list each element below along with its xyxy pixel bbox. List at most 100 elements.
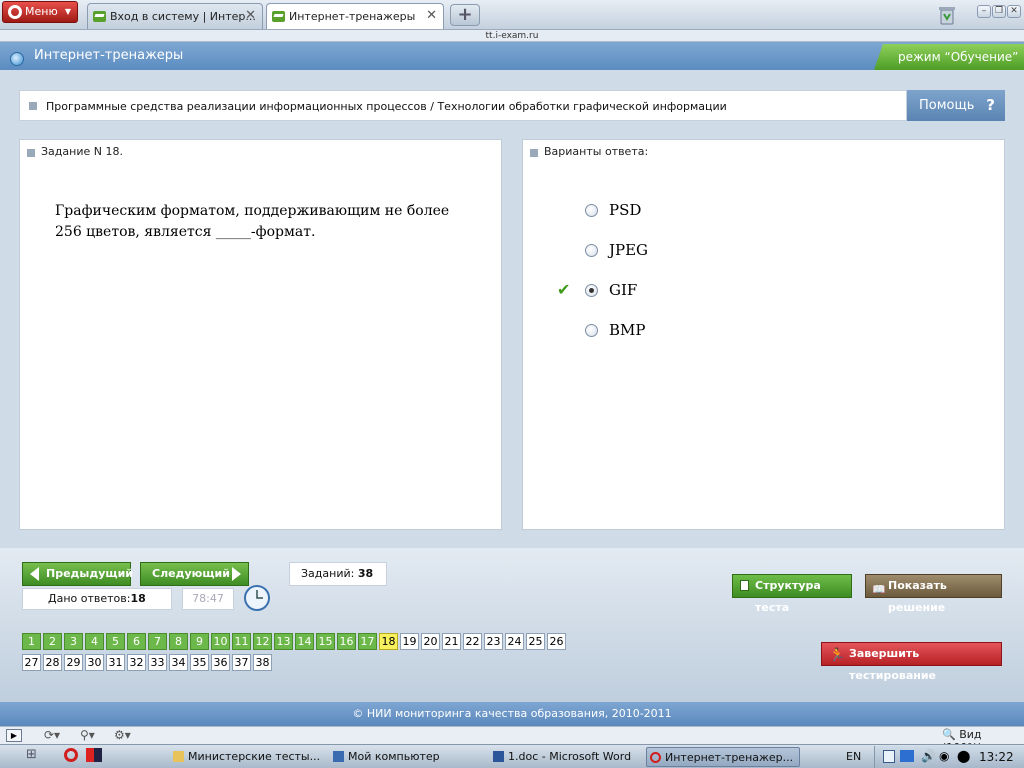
answer-option[interactable]: JPEG bbox=[585, 241, 785, 265]
option-label: PSD bbox=[609, 201, 642, 219]
task-number-13[interactable]: 13 bbox=[274, 633, 293, 650]
answers-panel: Варианты ответа: ✔ PSD JPEG GIF BMP bbox=[522, 139, 1005, 530]
task-number-18[interactable]: 18 bbox=[379, 633, 398, 650]
opera-menu-button[interactable]: Меню ▼ bbox=[2, 1, 78, 23]
task-number-29[interactable]: 29 bbox=[64, 654, 83, 671]
task-number-5[interactable]: 5 bbox=[106, 633, 125, 650]
address-label[interactable]: tt.i-exam.ru bbox=[0, 30, 1024, 42]
task-number-4[interactable]: 4 bbox=[85, 633, 104, 650]
task-panel: Задание N 18. Графическим форматом, подд… bbox=[19, 139, 502, 530]
task-number-9[interactable]: 9 bbox=[190, 633, 209, 650]
task-number-21[interactable]: 21 bbox=[442, 633, 461, 650]
task-number-14[interactable]: 14 bbox=[295, 633, 314, 650]
app-title: Интернет-тренажеры bbox=[34, 48, 184, 63]
answer-option[interactable]: BMP bbox=[585, 321, 785, 345]
answer-option-selected[interactable]: GIF bbox=[585, 281, 785, 305]
system-tray: 🔊 ◉ ⬤ 13:22 bbox=[874, 746, 1024, 768]
tab-label: Вход в систему | Интер... bbox=[110, 10, 256, 23]
total-value: 38 bbox=[357, 567, 374, 580]
task-number-27[interactable]: 27 bbox=[22, 654, 41, 671]
task-number-20[interactable]: 20 bbox=[421, 633, 440, 650]
task-number-12[interactable]: 12 bbox=[253, 633, 272, 650]
taskbar-label: 1.doc - Microsoft Word bbox=[508, 750, 632, 763]
task-number-3[interactable]: 3 bbox=[64, 633, 83, 650]
checkmark-icon: ✔ bbox=[557, 280, 571, 299]
task-number-38[interactable]: 38 bbox=[253, 654, 272, 671]
tray-app-icon[interactable] bbox=[883, 750, 895, 763]
radio-button[interactable] bbox=[585, 324, 598, 337]
task-number-15[interactable]: 15 bbox=[316, 633, 335, 650]
task-number-23[interactable]: 23 bbox=[484, 633, 503, 650]
taskbar-item[interactable]: Мой компьютер bbox=[330, 747, 480, 767]
restore-icon[interactable]: ❐ bbox=[992, 5, 1006, 18]
security-icon[interactable]: ◉ bbox=[939, 749, 949, 763]
unite-icon[interactable]: ⚲▾ bbox=[80, 728, 95, 742]
running-man-icon: 🏃 bbox=[829, 648, 846, 663]
settings-icon[interactable]: ⚙▾ bbox=[114, 728, 131, 742]
task-number-26[interactable]: 26 bbox=[547, 633, 566, 650]
prev-button[interactable]: Предыдущий bbox=[22, 562, 134, 586]
task-number-31[interactable]: 31 bbox=[106, 654, 125, 671]
opera-quicklaunch-icon[interactable] bbox=[64, 748, 78, 762]
task-number-8[interactable]: 8 bbox=[169, 633, 188, 650]
task-number-30[interactable]: 30 bbox=[85, 654, 104, 671]
volume-icon[interactable]: 🔊 bbox=[921, 749, 936, 763]
radio-button[interactable] bbox=[585, 244, 598, 257]
help-button[interactable]: Помощь ? bbox=[907, 90, 1005, 121]
finish-test-button[interactable]: 🏃 Завершить тестирование bbox=[821, 642, 1002, 682]
tray-misc-icon[interactable]: ⬤ bbox=[957, 749, 970, 763]
trash-icon[interactable] bbox=[938, 5, 956, 25]
task-number-10[interactable]: 10 bbox=[211, 633, 230, 650]
task-number-11[interactable]: 11 bbox=[232, 633, 251, 650]
task-number-7[interactable]: 7 bbox=[148, 633, 167, 650]
taskbar-item[interactable]: Министерские тесты... bbox=[170, 747, 320, 767]
answer-option[interactable]: PSD bbox=[585, 201, 785, 225]
task-number-19[interactable]: 19 bbox=[400, 633, 419, 650]
task-number-36[interactable]: 36 bbox=[211, 654, 230, 671]
breadcrumb: Программные средства реализации информац… bbox=[19, 90, 907, 121]
mode-badge: режим “Обучение” bbox=[874, 44, 1024, 70]
test-structure-button[interactable]: Структура теста bbox=[732, 574, 852, 614]
help-icon: ? bbox=[986, 96, 995, 114]
task-number-1[interactable]: 1 bbox=[22, 633, 41, 650]
task-number-32[interactable]: 32 bbox=[127, 654, 146, 671]
new-tab-button[interactable]: + bbox=[450, 4, 480, 26]
panel-toggle-icon[interactable]: ▶ bbox=[6, 729, 22, 742]
prev-label: Предыдущий bbox=[46, 567, 134, 580]
task-number-6[interactable]: 6 bbox=[127, 633, 146, 650]
task-number-2[interactable]: 2 bbox=[43, 633, 62, 650]
task-number-22[interactable]: 22 bbox=[463, 633, 482, 650]
radio-button[interactable] bbox=[585, 204, 598, 217]
task-number-34[interactable]: 34 bbox=[169, 654, 188, 671]
task-number-17[interactable]: 17 bbox=[358, 633, 377, 650]
arrow-right-icon bbox=[232, 567, 241, 581]
task-number-25[interactable]: 25 bbox=[526, 633, 545, 650]
show-solution-button[interactable]: 📖 Показать решение bbox=[865, 574, 1002, 614]
close-window-icon[interactable]: ✕ bbox=[1007, 5, 1021, 18]
browser-statusbar: ▶ ⟳▾ ⚲▾ ⚙▾ 🔍 Вид (100%) bbox=[0, 726, 1024, 754]
tab-trainers[interactable]: Интернет-тренажеры ✕ bbox=[266, 3, 444, 29]
clock: 13:22 bbox=[979, 750, 1014, 764]
close-tab-icon[interactable]: ✕ bbox=[245, 8, 256, 23]
close-tab-icon[interactable]: ✕ bbox=[426, 8, 437, 23]
task-number-28[interactable]: 28 bbox=[43, 654, 62, 671]
network-icon[interactable] bbox=[900, 750, 914, 762]
windows-start-icon[interactable]: ⊞ bbox=[26, 747, 37, 762]
radio-button-selected[interactable] bbox=[585, 284, 598, 297]
breadcrumb-text: Программные средства реализации информац… bbox=[46, 100, 727, 113]
tab-login[interactable]: Вход в систему | Интер... ✕ bbox=[87, 3, 263, 29]
taskbar-item-active[interactable]: Интернет-тренажер... bbox=[646, 747, 800, 767]
finish-label: Завершить тестирование bbox=[849, 647, 937, 682]
task-number-35[interactable]: 35 bbox=[190, 654, 209, 671]
task-number-16[interactable]: 16 bbox=[337, 633, 356, 650]
task-number-24[interactable]: 24 bbox=[505, 633, 524, 650]
minimize-icon[interactable]: – bbox=[977, 5, 991, 18]
copyright-footer: © НИИ мониторинга качества образования, … bbox=[0, 702, 1024, 726]
app-quicklaunch-icon[interactable] bbox=[86, 748, 102, 762]
taskbar-item[interactable]: 1.doc - Microsoft Word bbox=[490, 747, 640, 767]
sync-icon[interactable]: ⟳▾ bbox=[44, 728, 60, 742]
language-indicator[interactable]: EN bbox=[846, 750, 861, 763]
next-button[interactable]: Следующий bbox=[140, 562, 249, 586]
task-number-37[interactable]: 37 bbox=[232, 654, 251, 671]
task-number-33[interactable]: 33 bbox=[148, 654, 167, 671]
